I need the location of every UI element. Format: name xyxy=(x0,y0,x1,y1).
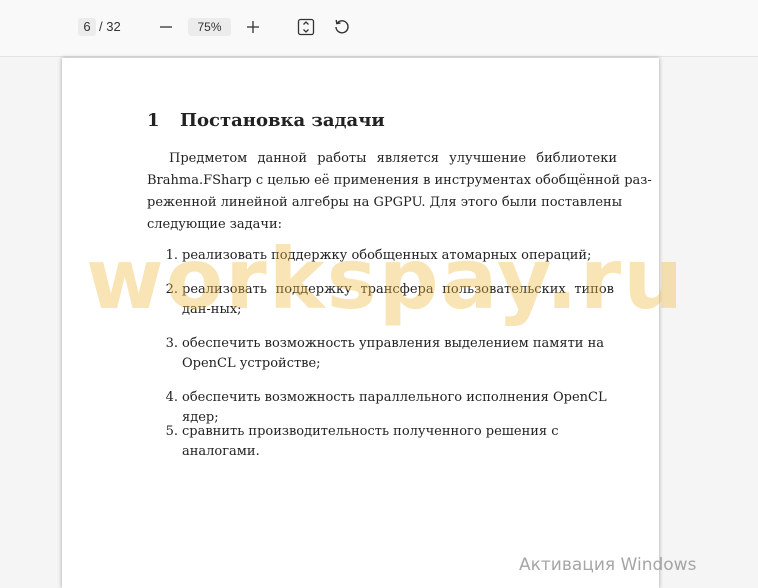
list-item: 1. реализовать поддержку обобщенных атом… xyxy=(162,246,630,266)
rotate-icon xyxy=(335,19,349,34)
document-page: 1 Постановка задачи Предметом данной рабо… xyxy=(62,58,659,588)
list-item-text: сравнить производительность полученного … xyxy=(182,424,559,459)
intro-line: реженной линейной алгебры на GPGPU. Для … xyxy=(147,195,623,210)
list-item: 3. обеспечить возможность управления выд… xyxy=(162,334,630,374)
viewer-toolbar: 6 / 32 75% xyxy=(0,0,758,57)
fit-page-button[interactable] xyxy=(295,16,317,38)
list-item-number: 3. xyxy=(165,336,178,351)
list-item-text: реализовать поддержку обобщенных атомарн… xyxy=(182,248,592,263)
fit-page-icon xyxy=(297,18,315,36)
list-item: 5. сравнить производительность полученно… xyxy=(162,422,630,462)
zoom-in-button[interactable] xyxy=(242,16,264,38)
intro-line: Brahma.FSharp с целью её применения в ин… xyxy=(147,173,652,188)
list-item-number: 5. xyxy=(165,424,178,439)
section-number: 1 xyxy=(147,110,160,131)
list-item-text: обеспечить возможность управления выделе… xyxy=(182,336,604,371)
section-heading: 1 Постановка задачи xyxy=(147,110,385,131)
minus-icon xyxy=(160,26,172,28)
intro-line: Предметом данной работы является улучшен… xyxy=(169,151,617,166)
intro-paragraph: Предметом данной работы является улучшен… xyxy=(147,148,652,236)
plus-icon xyxy=(247,21,259,33)
rotate-button[interactable] xyxy=(331,16,353,38)
list-item-number: 1. xyxy=(165,248,178,263)
section-title: Постановка задачи xyxy=(180,110,385,131)
list-item-text: реализовать поддержку трансфера пользова… xyxy=(182,282,614,317)
zoom-level-input[interactable]: 75% xyxy=(188,18,231,36)
list-item-number: 2. xyxy=(165,282,178,297)
list-item-number: 4. xyxy=(165,390,178,405)
page-total-label: / 32 xyxy=(99,19,121,34)
intro-line: следующие задачи: xyxy=(147,217,283,232)
list-item: 2. реализовать поддержку трансфера польз… xyxy=(162,280,614,320)
page-number-input[interactable]: 6 xyxy=(78,18,96,36)
zoom-out-button[interactable] xyxy=(155,16,177,38)
